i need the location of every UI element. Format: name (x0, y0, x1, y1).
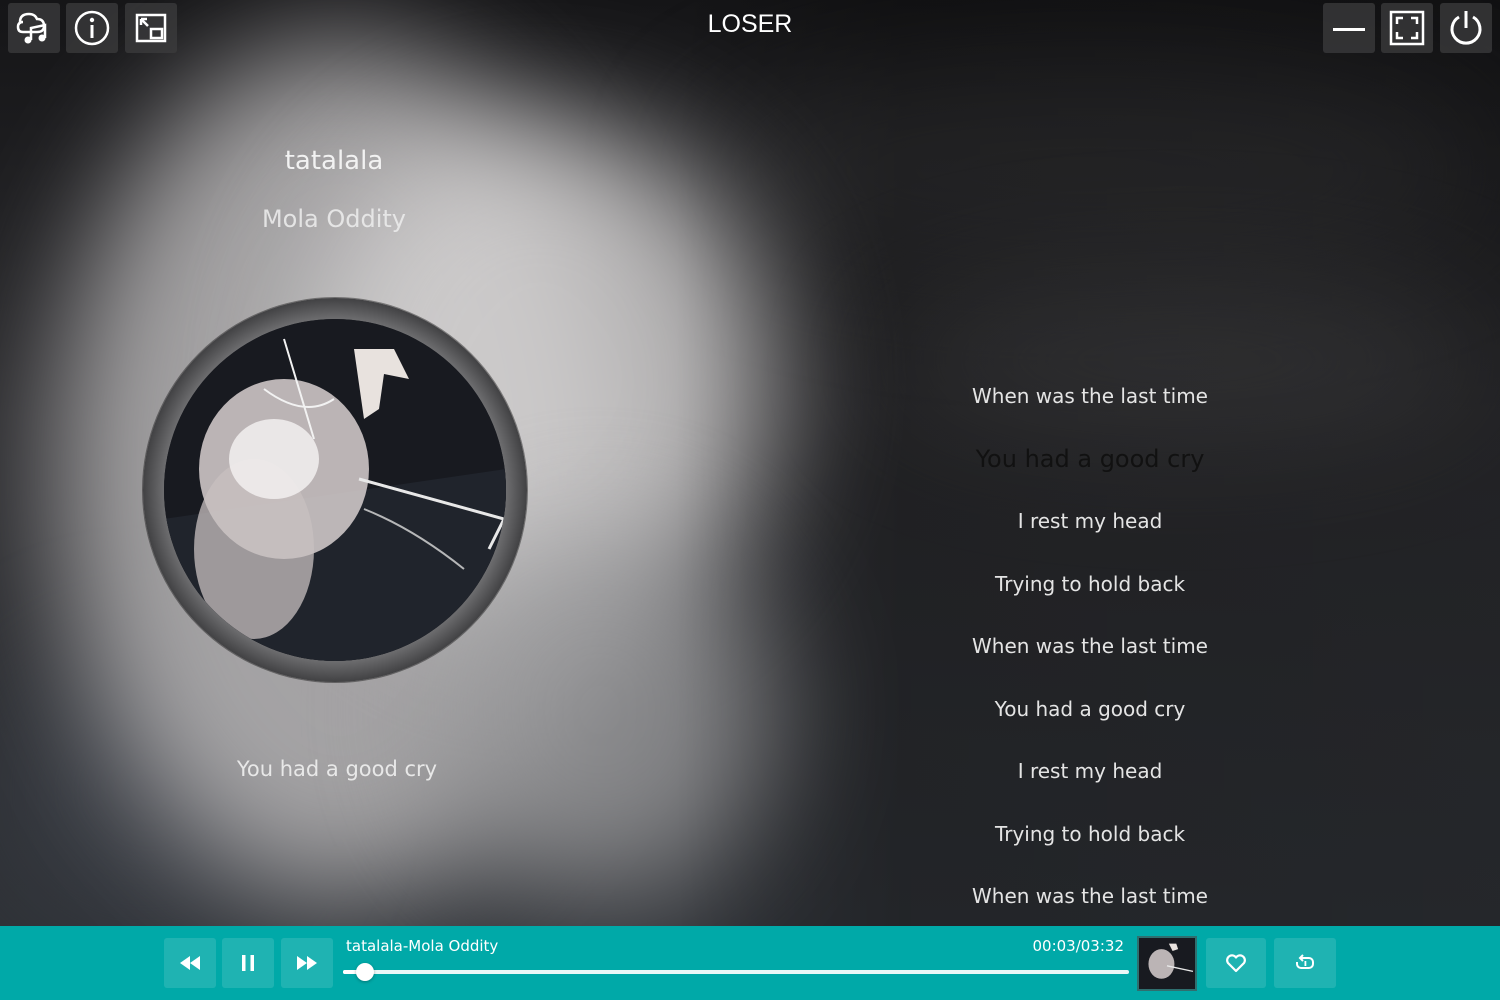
window-title: LOSER (707, 10, 793, 38)
lyric-line[interactable]: I rest my head (890, 747, 1290, 810)
repeat-button[interactable] (1274, 938, 1336, 988)
lyrics-panel: When was the last time You had a good cry… (890, 372, 1290, 935)
now-playing-label: tatalala-Mola Oddity (346, 937, 499, 955)
info-icon (74, 10, 110, 46)
lyric-line[interactable]: You had a good cry (890, 685, 1290, 748)
lyric-line[interactable]: When was the last time (890, 372, 1290, 435)
minimize-icon (1333, 28, 1365, 31)
lyric-line[interactable]: When was the last time (890, 622, 1290, 685)
fullscreen-icon (1389, 10, 1425, 46)
music-library-icon (16, 12, 47, 44)
power-button[interactable] (1440, 3, 1492, 53)
album-art (164, 319, 506, 661)
lyric-line[interactable]: Trying to hold back (890, 810, 1290, 873)
rewind-icon (180, 956, 200, 970)
current-lyric: You had a good cry (236, 757, 438, 781)
pause-icon (242, 955, 254, 971)
album-thumbnail[interactable] (1137, 936, 1197, 991)
album-disc (143, 298, 527, 682)
power-icon (1450, 11, 1482, 45)
song-title: tatalala (284, 146, 384, 176)
like-button[interactable] (1206, 938, 1266, 988)
lyric-line-active[interactable]: You had a good cry (890, 435, 1290, 498)
player-bar: tatalala-Mola Oddity 00:03/03:32 (0, 926, 1500, 1000)
mini-mode-button[interactable] (125, 3, 177, 53)
fast-forward-icon (297, 956, 317, 970)
pause-button[interactable] (222, 938, 274, 988)
minimize-button[interactable] (1323, 3, 1375, 53)
music-library-button[interactable] (8, 3, 60, 53)
progress-slider[interactable] (343, 963, 1129, 981)
repeat-icon (1296, 954, 1314, 969)
time-readout: 00:03/03:32 (1032, 937, 1124, 955)
mini-mode-icon (135, 13, 167, 43)
song-artist: Mola Oddity (261, 205, 407, 233)
next-button[interactable] (281, 938, 333, 988)
heart-icon (1226, 954, 1246, 973)
info-button[interactable] (66, 3, 118, 53)
lyric-line[interactable]: Trying to hold back (890, 560, 1290, 623)
lyric-line[interactable]: I rest my head (890, 497, 1290, 560)
previous-button[interactable] (164, 938, 216, 988)
progress-knob[interactable] (356, 963, 374, 981)
fullscreen-button[interactable] (1381, 3, 1433, 53)
